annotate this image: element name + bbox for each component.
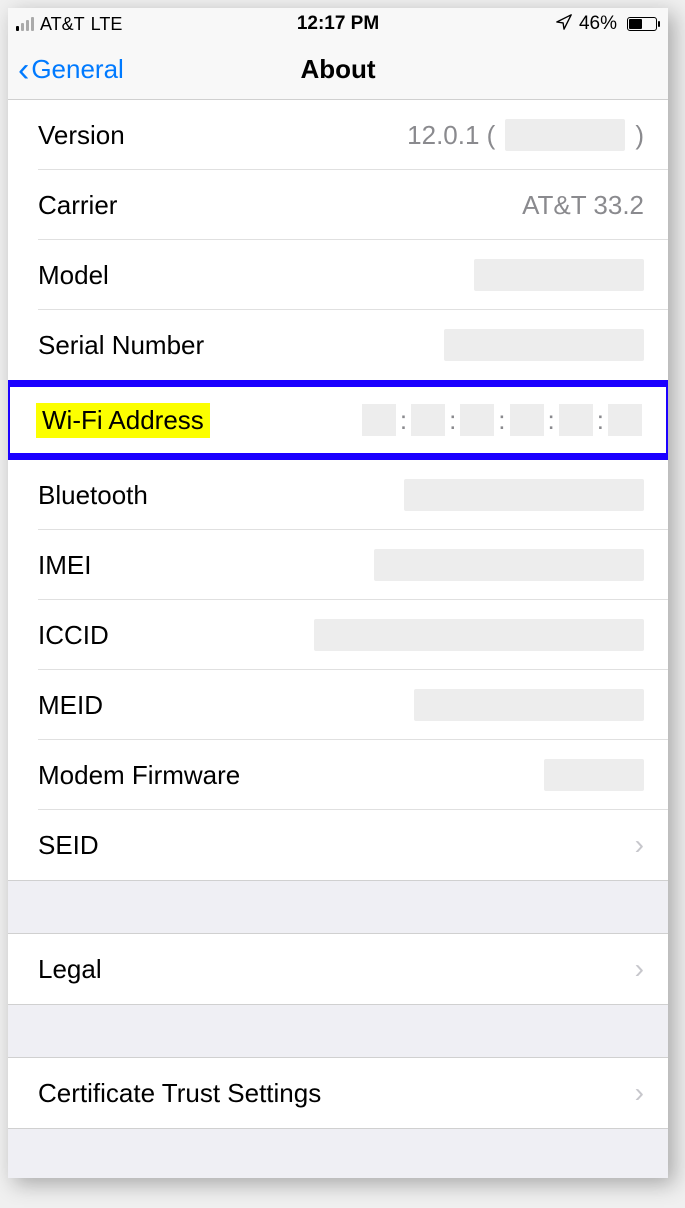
- redacted-value: [559, 404, 593, 436]
- redacted-value: [404, 479, 644, 511]
- row-serial[interactable]: Serial Number: [8, 310, 668, 380]
- chevron-left-icon: ‹: [18, 53, 29, 87]
- status-left: AT&T LTE: [16, 14, 338, 35]
- row-value: [314, 619, 644, 651]
- back-label: General: [31, 54, 124, 85]
- row-iccid[interactable]: ICCID: [8, 600, 668, 670]
- battery-icon: [623, 17, 660, 31]
- row-seid[interactable]: SEID ›: [8, 810, 668, 880]
- status-bar: AT&T LTE 12:17 PM 46%: [8, 8, 668, 40]
- row-label: Bluetooth: [38, 480, 148, 511]
- chevron-right-icon: ›: [635, 1077, 644, 1109]
- row-label: Serial Number: [38, 330, 204, 361]
- redacted-value: [505, 119, 625, 151]
- row-label: SEID: [38, 830, 99, 861]
- redacted-value: [314, 619, 644, 651]
- row-value: : : : : :: [362, 404, 642, 436]
- row-label: IMEI: [38, 550, 91, 581]
- row-modem-firmware[interactable]: Modem Firmware: [8, 740, 668, 810]
- group-separator: [8, 880, 668, 934]
- row-legal[interactable]: Legal ›: [8, 934, 668, 1004]
- redacted-value: [411, 404, 445, 436]
- group-separator: [8, 1004, 668, 1058]
- row-value: [404, 479, 644, 511]
- chevron-right-icon: ›: [635, 829, 644, 861]
- row-label: Carrier: [38, 190, 117, 221]
- network-label: LTE: [91, 14, 123, 35]
- row-value: [414, 689, 644, 721]
- row-value: [444, 329, 644, 361]
- row-label: Wi-Fi Address: [36, 403, 210, 438]
- redacted-value: [460, 404, 494, 436]
- chevron-right-icon: ›: [635, 953, 644, 985]
- back-button[interactable]: ‹ General: [18, 53, 124, 87]
- row-label: Model: [38, 260, 109, 291]
- row-meid[interactable]: MEID: [8, 670, 668, 740]
- page-title: About: [300, 54, 375, 85]
- redacted-value: [608, 404, 642, 436]
- row-label: Legal: [38, 954, 102, 985]
- row-value: 12.0.1 (): [407, 119, 644, 151]
- redacted-value: [444, 329, 644, 361]
- row-imei[interactable]: IMEI: [8, 530, 668, 600]
- redacted-value: [362, 404, 396, 436]
- redacted-value: [544, 759, 644, 791]
- row-label: ICCID: [38, 620, 109, 651]
- signal-icon: [16, 17, 34, 31]
- content: Version 12.0.1 () Carrier AT&T 33.2 Mode…: [8, 100, 668, 1178]
- row-label: Version: [38, 120, 125, 151]
- row-model[interactable]: Model: [8, 240, 668, 310]
- row-value: [474, 259, 644, 291]
- carrier-label: AT&T: [40, 14, 85, 35]
- row-wifi-address[interactable]: Wi-Fi Address : : : : :: [8, 380, 668, 460]
- redacted-value: [474, 259, 644, 291]
- clock: 12:17 PM: [297, 13, 379, 35]
- row-value: AT&T 33.2: [522, 190, 644, 221]
- nav-bar: ‹ General About: [8, 40, 668, 100]
- battery-percent: 46%: [579, 13, 617, 35]
- row-value: [544, 759, 644, 791]
- status-right: 46%: [338, 13, 660, 36]
- row-label: MEID: [38, 690, 103, 721]
- row-value: [374, 549, 644, 581]
- row-certificate-trust[interactable]: Certificate Trust Settings ›: [8, 1058, 668, 1128]
- location-icon: [555, 13, 573, 36]
- row-carrier[interactable]: Carrier AT&T 33.2: [8, 170, 668, 240]
- redacted-value: [414, 689, 644, 721]
- redacted-value: [374, 549, 644, 581]
- bottom-spacer: [8, 1128, 668, 1178]
- row-bluetooth[interactable]: Bluetooth: [8, 460, 668, 530]
- settings-about-screen: AT&T LTE 12:17 PM 46% ‹ General About Ve…: [8, 8, 668, 1178]
- row-label: Certificate Trust Settings: [38, 1078, 321, 1109]
- redacted-value: [510, 404, 544, 436]
- row-version[interactable]: Version 12.0.1 (): [8, 100, 668, 170]
- row-label: Modem Firmware: [38, 760, 240, 791]
